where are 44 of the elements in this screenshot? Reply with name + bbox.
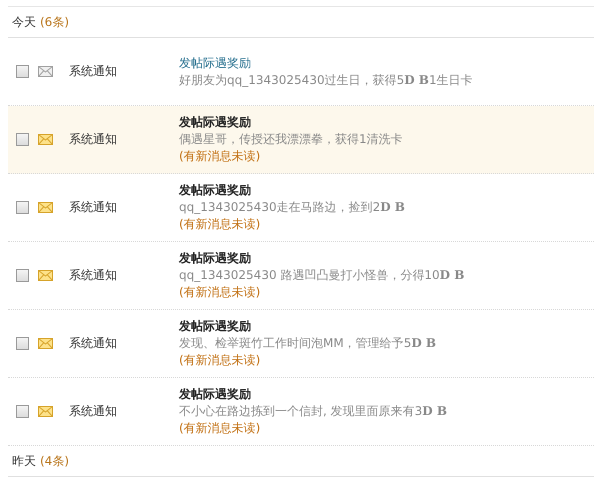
message-body: 不小心在路边拣到一个信封, 发现里面原来有3D B	[179, 403, 447, 420]
checkbox[interactable]	[16, 133, 29, 146]
envelope-icon	[38, 270, 53, 281]
message-title[interactable]: 发帖际遇奖励	[179, 182, 405, 199]
message-row[interactable]: 系统通知 发帖际遇奖励 qq_1343025430 路遇凹凸曼打小怪兽，分得10D B (有新消息未读)	[8, 242, 594, 310]
message-title[interactable]: 发帖际遇奖励	[179, 386, 447, 403]
envelope-icon	[38, 134, 53, 145]
envelope-icon	[38, 406, 53, 417]
message-body: 好朋友为qq_1343025430过生日，获得5D B1生日卡	[179, 72, 473, 88]
group-count: (4条)	[40, 452, 69, 470]
checkbox[interactable]	[16, 65, 29, 78]
unread-note: (有新消息未读)	[179, 284, 262, 301]
envelope-icon	[38, 66, 53, 77]
checkbox[interactable]	[16, 337, 29, 350]
message-row[interactable]: 系统通知 发帖际遇奖励 偶遇星哥，传授还我漂漂拳，获得1清洗卡 (有新消息未读)	[8, 106, 594, 174]
envelope-icon	[38, 338, 53, 349]
message-row[interactable]: 系统通知 发帖际遇奖励 发现、检举斑竹工作时间泡MM，管理给予5D B (有新消息未读)	[8, 310, 594, 378]
message-body: 发现、检举斑竹工作时间泡MM，管理给予5D B	[179, 335, 436, 352]
group-label: 昨天	[12, 452, 36, 470]
sender-name: 系统通知	[69, 131, 118, 148]
sender-name: 系统通知	[69, 199, 118, 216]
message-title[interactable]: 发帖际遇奖励	[179, 250, 464, 267]
sender-name: 系统通知	[69, 335, 118, 352]
message-body: qq_1343025430 路遇凹凸曼打小怪兽，分得10D B	[179, 267, 464, 284]
unread-note: (有新消息未读)	[179, 148, 262, 165]
message-body: qq_1343025430走在马路边，捡到2D B	[179, 199, 405, 216]
checkbox[interactable]	[16, 269, 29, 282]
message-title[interactable]: 发帖际遇奖励	[179, 54, 473, 72]
group-count: (6条)	[40, 14, 69, 30]
unread-note: (有新消息未读)	[179, 352, 262, 369]
checkbox[interactable]	[16, 405, 29, 418]
sender-name: 系统通知	[69, 63, 118, 80]
message-body: 偶遇星哥，传授还我漂漂拳，获得1清洗卡	[179, 131, 403, 148]
checkbox[interactable]	[16, 201, 29, 214]
envelope-icon	[38, 202, 53, 213]
message-title[interactable]: 发帖际遇奖励	[179, 114, 403, 131]
message-row[interactable]: 系统通知 发帖际遇奖励 qq_1343025430走在马路边，捡到2D B (有新消息未读)	[8, 174, 594, 242]
sender-name: 系统通知	[69, 403, 118, 420]
group-label: 今天	[12, 14, 36, 30]
unread-note: (有新消息未读)	[179, 420, 262, 437]
message-title[interactable]: 发帖际遇奖励	[179, 318, 436, 335]
unread-note: (有新消息未读)	[179, 216, 262, 233]
sender-name: 系统通知	[69, 267, 118, 284]
message-row[interactable]: 系统通知 发帖际遇奖励 不小心在路边拣到一个信封, 发现里面原来有3D B (有新消息未读)	[8, 378, 594, 446]
